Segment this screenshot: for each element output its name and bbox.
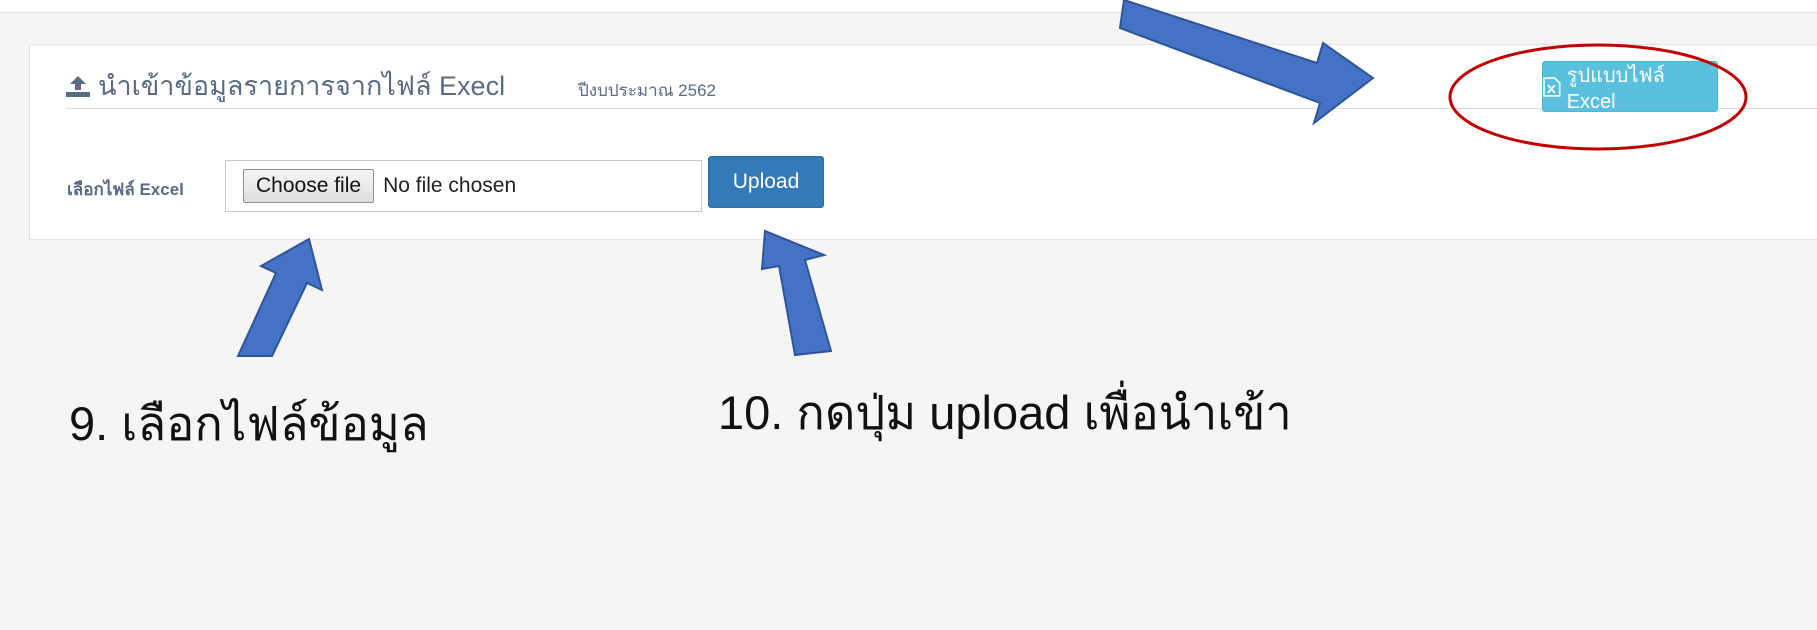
- arrow-to-choose-file-icon: [236, 237, 324, 357]
- annotation-overlay: [236, 0, 1748, 357]
- step-10-caption: 10. กดปุ่ม upload เพื่อนำเข้า: [718, 386, 1292, 439]
- step-9-caption: 9. เลือกไฟล์ข้อมูล: [69, 397, 429, 450]
- highlight-ellipse: [1448, 43, 1748, 151]
- arrow-to-upload-icon: [760, 229, 833, 357]
- arrow-to-template-icon: [1118, 0, 1375, 126]
